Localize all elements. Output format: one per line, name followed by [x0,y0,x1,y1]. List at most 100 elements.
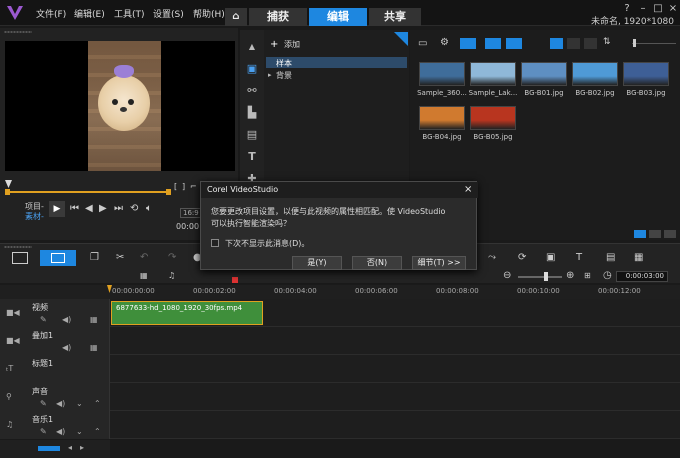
track-collapse-icon[interactable]: ⌄ [76,427,83,436]
aspect-ratio-button[interactable]: 16:9 [180,208,202,218]
thumbnail-view-button[interactable] [550,38,563,49]
mark-in-button[interactable]: [ [174,182,177,191]
redo-icon[interactable]: ↷ [168,252,176,263]
loop-icon[interactable]: ⟳ [518,252,526,263]
subtitle-icon[interactable]: T [576,252,582,263]
thumbnail-size-handle[interactable] [633,39,636,47]
dont-show-checkbox[interactable] [211,239,219,247]
track-expand-icon[interactable]: ⌃ [94,427,101,436]
fit-project-icon[interactable]: ⊞ [584,271,591,280]
filter-video-button[interactable] [460,38,476,49]
add-icon[interactable]: + [270,39,278,50]
zoom-out-icon[interactable]: ⊖ [503,270,511,281]
timeline-view-button[interactable] [40,250,76,266]
track-mute-icon[interactable]: ◀) [62,343,71,352]
track-mute-icon[interactable]: ◀) [56,427,65,436]
storyboard-view-button[interactable] [12,252,28,264]
motion-track-icon[interactable]: ⤳ [488,252,496,263]
library-thumbnail[interactable]: BG-B04.jpg [414,104,470,144]
track-manager-icon[interactable] [38,446,60,451]
sort-icon[interactable]: ⇅ [603,37,611,47]
library-corner-icon[interactable] [394,32,408,46]
video-clip[interactable]: 6877633-hd_1080_1920_30fps.mp4 [111,301,263,325]
track-edit-icon[interactable]: ✎ [40,399,47,408]
tab-share[interactable]: 共享 [369,8,421,26]
repeat-icon[interactable]: ⟲ [130,203,138,214]
library-thumbnail[interactable]: BG-B01.jpg [516,60,572,100]
undo-icon[interactable]: ↶ [140,252,148,263]
tree-item-selected[interactable]: 样本 [266,57,407,68]
storyboard-view-icon[interactable] [634,230,646,238]
settings-icon[interactable]: ⚙ [440,37,449,48]
panel-grip[interactable] [4,31,32,33]
play-button[interactable]: ▶ [49,201,65,217]
collapse-up-icon[interactable]: ▲ [244,40,260,54]
library-thumbnail[interactable]: BG-B03.jpg [618,60,674,100]
menu-edit[interactable]: 编辑(E) [74,7,105,20]
menu-help[interactable]: 帮助(H) [193,7,225,20]
library-thumbnail[interactable]: Sample_360... [414,60,470,100]
zoom-handle[interactable] [544,272,548,281]
previous-frame-button[interactable]: ◀ [85,203,93,214]
track-expand-icon[interactable]: ⌃ [94,399,101,408]
project-duration[interactable]: 0:00:03:00 [616,271,668,282]
timeline-view-icon[interactable] [649,230,661,238]
add-folder-button[interactable]: 添加 [284,39,300,50]
zoom-in-icon[interactable]: ⊕ [566,270,574,281]
details-button[interactable]: 细节(T) >> [412,256,466,270]
chapter-icon[interactable]: ▦ [634,252,643,263]
library-thumbnail[interactable]: BG-B02.jpg [567,60,623,100]
scrubber-track[interactable] [8,191,170,193]
yes-button[interactable]: 是(Y) [292,256,342,270]
auto-music-icon[interactable]: ♫ [168,271,175,280]
next-frame-button[interactable]: ▶ [99,203,107,214]
instant-project-icon[interactable]: ⚯ [244,84,260,98]
track-mute-icon[interactable]: ◀) [56,399,65,408]
transition-icon[interactable]: ▙ [244,106,260,120]
track-collapse-icon[interactable]: ⌄ [76,399,83,408]
scrubber-handle[interactable] [5,180,12,188]
mode-clip[interactable]: 素材- [25,211,44,222]
background-icon[interactable]: ▤ [244,128,260,142]
list-view-button[interactable] [567,38,580,49]
split-clip-icon[interactable]: ⌐ [190,182,197,191]
media-icon[interactable]: ▣ [244,62,260,76]
help-icon[interactable]: ? [620,4,634,14]
volume-icon[interactable]: 🔈︎ [146,203,152,214]
mark-out-button[interactable]: ] [182,182,185,191]
track-ripple-icon[interactable]: ▦ [90,315,98,324]
filter-audio-button[interactable] [506,38,522,49]
dont-show-label[interactable]: 下次不显示此消息(D)。 [225,238,309,249]
folder-icon[interactable]: ▭ [418,38,427,49]
timeline-ruler[interactable]: 00:00:00:00 00:00:02:00 00:00:04:00 00:00:0… [0,285,680,299]
home-tab[interactable]: ⌂ [225,8,247,26]
title-icon[interactable]: T [244,150,260,164]
panel-grip[interactable] [4,246,32,248]
zoom-slider[interactable] [518,276,562,278]
no-button[interactable]: 否(N) [352,256,402,270]
dialog-close-button[interactable]: × [464,184,472,195]
end-button[interactable]: ⏭ [114,203,123,214]
thumbnail-size-slider[interactable] [632,43,676,44]
fit-screen-icon[interactable]: ▣ [546,252,555,263]
tab-edit[interactable]: 编辑 [309,8,367,26]
library-thumbnail[interactable]: BG-B05.jpg [465,104,521,144]
mark-in-handle[interactable] [5,189,10,195]
tree-item-backgrounds[interactable]: 背景 [276,70,292,81]
filter-photo-button[interactable] [485,38,501,49]
track-edit-icon[interactable]: ✎ [40,315,47,324]
tools-icon[interactable]: ✂ [116,252,124,263]
tree-expand-icon[interactable]: ▸ [268,71,272,79]
menu-tools[interactable]: 工具(T) [114,7,145,20]
close-window-button[interactable]: × [666,4,680,14]
track-edit-icon[interactable]: ✎ [40,427,47,436]
copy-icon[interactable]: ❐ [90,252,99,263]
maximize-button[interactable]: □ [651,4,665,14]
home-start-button[interactable]: ⏮ [70,203,79,214]
multi-camera-icon[interactable]: ▤ [606,252,615,263]
menu-file[interactable]: 文件(F) [36,7,66,20]
tab-capture[interactable]: 捕获 [249,8,307,26]
track-ripple-icon[interactable]: ▦ [90,343,98,352]
scroll-right-icon[interactable]: ▸ [80,443,84,452]
menu-settings[interactable]: 设置(S) [153,7,184,20]
